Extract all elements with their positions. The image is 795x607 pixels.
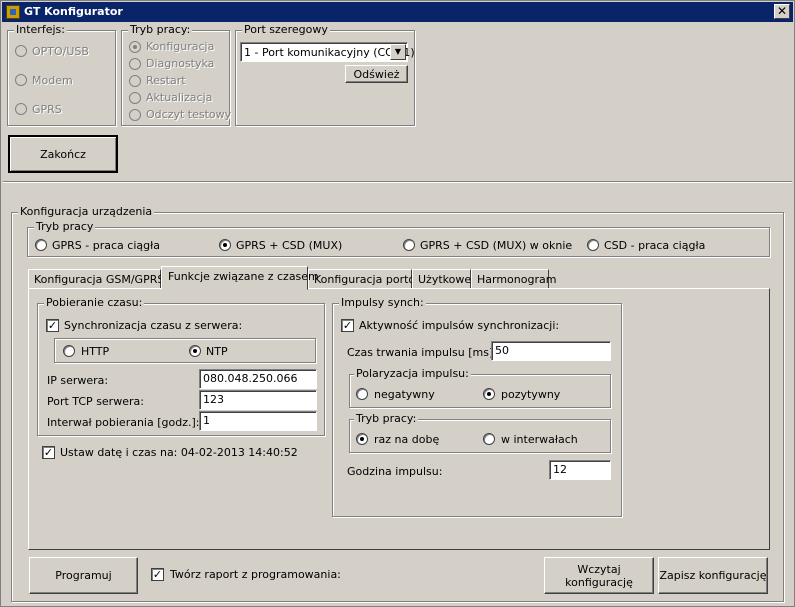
- sync-checkbox-label: Synchronizacja czasu z serwera:: [64, 319, 243, 332]
- ip-serwera-input[interactable]: 080.048.250.066: [199, 369, 317, 389]
- zakoncz-button[interactable]: Zakończ: [8, 135, 118, 173]
- tab-harmonogram[interactable]: Harmonogram: [471, 269, 556, 289]
- interfejs-label: Interfejs:: [14, 23, 67, 36]
- port-szeregowy-label: Port szeregowy: [242, 23, 330, 36]
- tryb-pracy-top-group: Tryb pracy: Konfiguracja Diagnostyka Res…: [121, 23, 232, 126]
- radio-konfiguracja-label: Konfiguracja: [146, 40, 215, 53]
- radio-negatywny[interactable]: [356, 388, 368, 400]
- radio-gprs-label: GPRS: [32, 103, 62, 116]
- ip-serwera-label: IP serwera:: [47, 374, 109, 387]
- radio-gprs-csd-mux[interactable]: [219, 239, 231, 251]
- impulsy-synch-group: Impulsy synch: ✓ Aktywność impulsów sync…: [332, 296, 622, 517]
- czas-trwania-label: Czas trwania impulsu [ms]:: [347, 346, 497, 359]
- radio-diagnostyka[interactable]: [129, 58, 141, 70]
- tab-konfiguracja-gsm-gprs[interactable]: Konfiguracja GSM/GPRS: [28, 269, 164, 289]
- tab-konfiguracja-portow[interactable]: Konfiguracja portów: [308, 269, 424, 289]
- godzina-impulsu-input[interactable]: 12: [549, 460, 611, 480]
- radio-odczyt-testowy[interactable]: [129, 109, 141, 121]
- port-szeregowy-group: Port szeregowy 1 - Port komunikacyjny (C…: [235, 23, 415, 126]
- tab-uzytkowe[interactable]: Użytkowe: [412, 269, 471, 289]
- radio-csd-praca-ciagla-label: CSD - praca ciągła: [604, 239, 706, 252]
- port-tcp-input[interactable]: 123: [199, 390, 317, 410]
- port-tcp-label: Port TCP serwera:: [47, 395, 144, 408]
- radio-gprs[interactable]: [15, 103, 27, 115]
- radio-csd-praca-ciagla[interactable]: [587, 239, 599, 251]
- interwal-label: Interwał pobierania [godz.]:: [47, 416, 200, 429]
- title-bar: GT Konfigurator ✕: [2, 2, 793, 22]
- pobieranie-czasu-group: Pobieranie czasu: ✓ Synchronizacja czasu…: [37, 296, 325, 436]
- radio-http-label: HTTP: [81, 345, 110, 358]
- radio-modem[interactable]: [15, 74, 27, 86]
- tryb-pracy-top-label: Tryb pracy:: [128, 23, 193, 36]
- konfiguracja-urzadzenia-label: Konfiguracja urządzenia: [18, 205, 155, 218]
- polaryzacja-group: Polaryzacja impulsu: negatywny pozytywny: [349, 367, 611, 408]
- close-button[interactable]: ✕: [774, 4, 790, 19]
- radio-raz-na-dobe[interactable]: [356, 433, 368, 445]
- tab-panel-czas: Pobieranie czasu: ✓ Synchronizacja czasu…: [28, 288, 770, 550]
- radio-aktualizacja[interactable]: [129, 92, 141, 104]
- radio-gprs-csd-mux-okno-label: GPRS + CSD (MUX) w oknie: [420, 239, 573, 252]
- wczytaj-konfiguracje-button[interactable]: Wczytaj konfigurację: [544, 557, 654, 594]
- interwal-input[interactable]: 1: [199, 411, 317, 431]
- tab-funkcje-czas[interactable]: Funkcje związane z czasem: [161, 266, 319, 290]
- radio-negatywny-label: negatywny: [374, 388, 435, 401]
- radio-ntp-label: NTP: [206, 345, 228, 358]
- refresh-button[interactable]: Odśwież: [345, 65, 408, 83]
- app-icon: [6, 5, 20, 19]
- radio-restart-label: Restart: [146, 74, 186, 87]
- radio-ntp[interactable]: [189, 345, 201, 357]
- radio-raz-na-dobe-label: raz na dobę: [374, 433, 440, 446]
- ustaw-date-label: Ustaw datę i czas na: 04-02-2013 14:40:5…: [60, 446, 298, 459]
- programuj-button[interactable]: Programuj: [29, 557, 138, 594]
- pobieranie-czasu-label: Pobieranie czasu:: [44, 296, 145, 309]
- radio-gprs-praca-ciagla-label: GPRS - praca ciągła: [52, 239, 160, 252]
- radio-gprs-csd-mux-okno[interactable]: [403, 239, 415, 251]
- radio-pozytywny[interactable]: [483, 388, 495, 400]
- interfejs-group: Interfejs: OPTO/USB Modem GPRS: [7, 23, 116, 126]
- radio-modem-label: Modem: [32, 74, 73, 87]
- ustaw-date-checkbox[interactable]: ✓: [42, 446, 55, 459]
- godzina-impulsu-label: Godzina impulsu:: [347, 465, 443, 478]
- protocol-group: HTTP NTP: [54, 338, 316, 363]
- radio-http[interactable]: [63, 345, 75, 357]
- aktywnosc-checkbox[interactable]: ✓: [341, 319, 354, 332]
- czas-trwania-input[interactable]: 50: [491, 341, 611, 361]
- radio-odczyt-testowy-label: Odczyt testowy: [146, 108, 232, 121]
- zapisz-konfiguracje-button[interactable]: Zapisz konfigurację: [658, 557, 768, 594]
- impulsy-synch-label: Impulsy synch:: [339, 296, 426, 309]
- radio-w-interwalach-label: w interwałach: [501, 433, 578, 446]
- main-window: GT Konfigurator ✕ Interfejs: OPTO/USB Mo…: [0, 0, 795, 607]
- radio-diagnostyka-label: Diagnostyka: [146, 57, 215, 70]
- window-title: GT Konfigurator: [24, 5, 123, 18]
- sync-checkbox[interactable]: ✓: [46, 319, 59, 332]
- aktywnosc-checkbox-label: Aktywność impulsów synchronizacji:: [359, 319, 560, 332]
- radio-opto-usb-label: OPTO/USB: [32, 45, 89, 58]
- radio-gprs-praca-ciagla[interactable]: [35, 239, 47, 251]
- radio-gprs-csd-mux-label: GPRS + CSD (MUX): [236, 239, 343, 252]
- polaryzacja-label: Polaryzacja impulsu:: [354, 367, 471, 380]
- radio-restart[interactable]: [129, 75, 141, 87]
- radio-pozytywny-label: pozytywny: [501, 388, 561, 401]
- port-select[interactable]: 1 - Port komunikacyjny (COM1) ▼: [240, 42, 415, 62]
- tryb-pracy-device-group: Tryb pracy GPRS - praca ciągła GPRS + CS…: [27, 220, 770, 257]
- tryb-pracy-device-label: Tryb pracy: [34, 220, 96, 233]
- tryb-impulsu-label: Tryb pracy:: [354, 412, 419, 425]
- raport-checkbox-label: Twórz raport z programowania:: [170, 568, 341, 581]
- radio-opto-usb[interactable]: [15, 45, 27, 57]
- radio-aktualizacja-label: Aktualizacja: [146, 91, 213, 104]
- radio-w-interwalach[interactable]: [483, 433, 495, 445]
- radio-konfiguracja[interactable]: [129, 41, 141, 53]
- raport-checkbox[interactable]: ✓: [151, 568, 164, 581]
- tryb-impulsu-group: Tryb pracy: raz na dobę w interwałach: [349, 412, 611, 453]
- separator: [3, 181, 792, 183]
- chevron-down-icon[interactable]: ▼: [390, 44, 406, 60]
- close-icon: ✕: [776, 4, 788, 18]
